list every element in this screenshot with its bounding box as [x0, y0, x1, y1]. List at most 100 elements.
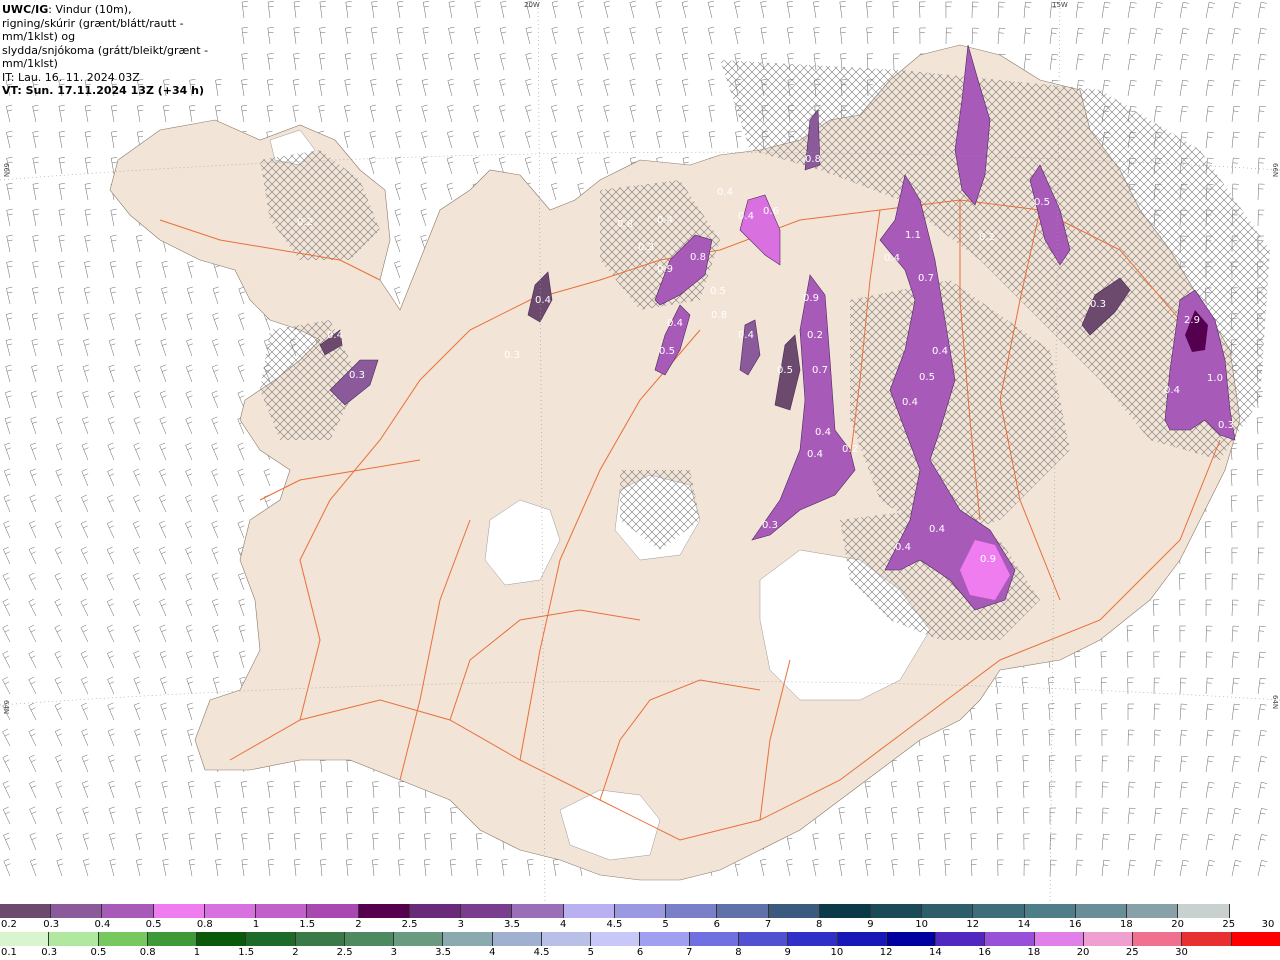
- legend-tick-label: 0.4: [94, 919, 111, 930]
- legend-color-swatch: [666, 904, 718, 918]
- precip-value-label: 0.4: [929, 524, 945, 535]
- legend-color-swatch: [512, 904, 564, 918]
- legend-snow-labels: 0.2 0.3 0.4 0.5 0.8 1 1.5 2 2.5 3 3.5 4 4.5 5 6 7 8 9 10 12…: [0, 919, 1280, 931]
- legend-tick-label: 2: [355, 919, 362, 930]
- legend-color-swatch: [443, 932, 493, 946]
- legend-color-swatch: [973, 904, 1025, 918]
- legend-color-swatch: [870, 904, 923, 918]
- legend-rain-colorbar: [0, 932, 1280, 946]
- precip-value-label: 0.9: [657, 264, 673, 275]
- legend-color-swatch: [51, 904, 103, 918]
- legend-color-swatch: [922, 904, 974, 918]
- precip-value-label: 0.4: [807, 449, 823, 460]
- legend-color-swatch: [640, 932, 690, 946]
- precip-value-label: 0.8: [805, 154, 821, 165]
- legend-tick-label: 4: [560, 919, 567, 930]
- legend-color-swatch: [98, 932, 148, 946]
- legend-color-swatch: [197, 932, 247, 946]
- legend-color-swatch: [591, 932, 641, 946]
- precip-value-label: 0.8: [711, 310, 727, 321]
- legend-tick-label: 1.5: [299, 919, 316, 930]
- legend-tick-label: 1: [193, 947, 201, 958]
- legend-color-swatch: [409, 904, 462, 918]
- legend-color-swatch: [689, 932, 739, 946]
- legend-tick-label: 5: [587, 947, 594, 958]
- legend-tick-label: 4.5: [533, 947, 550, 958]
- precip-value-label: 0.8: [617, 219, 633, 230]
- map-info-box: UWC/IG: Vindur (10m), rigning/skúrir (gr…: [0, 0, 240, 97]
- legend-color-swatch: [153, 904, 205, 918]
- legend-tick-label: 0.3: [43, 919, 60, 930]
- legend-tick-label: 8: [735, 947, 742, 958]
- info-valid-time: VT: Sun. 17.11.2024 13Z (+34 h): [2, 84, 205, 97]
- legend-tick-label: 20: [1171, 919, 1184, 930]
- legend-color-swatch: [819, 904, 871, 918]
- legend-color-swatch: [0, 904, 52, 918]
- precip-value-label: 0.5: [1034, 197, 1050, 208]
- precip-value-label: 0.6: [763, 206, 779, 217]
- legend-color-swatch: [204, 904, 257, 918]
- precip-value-label: 0.4: [895, 542, 911, 553]
- precip-value-label: 0.9: [803, 293, 819, 304]
- precip-value-label: 0.4: [738, 330, 754, 341]
- precip-value-label: 0.2: [807, 330, 823, 341]
- legend-color-swatch: [1024, 904, 1076, 918]
- legend-color-swatch: [102, 904, 154, 918]
- legend-tick-label: 1: [252, 919, 260, 930]
- legend-color-swatch: [1178, 904, 1230, 918]
- precip-value-label: 0.4: [815, 427, 831, 438]
- legend-color-swatch: [1034, 932, 1084, 946]
- legend-tick-label: 10: [915, 919, 928, 930]
- precip-value-label: 0.5: [777, 365, 793, 376]
- legend-tick-label: 18: [1120, 919, 1133, 930]
- precip-value-label: 0.5: [919, 372, 935, 383]
- legend-tick-label: 0.5: [145, 919, 162, 930]
- precip-value-label: 0.2: [842, 444, 858, 455]
- info-line-snow: slydda/snjókoma (grátt/bleikt/grænt - mm…: [2, 43, 209, 71]
- legend-tick-label: 9: [867, 919, 874, 930]
- precip-value-label: 0.9: [980, 554, 996, 565]
- legend-color-swatch: [768, 904, 820, 918]
- precip-value-label: 0.4: [327, 330, 343, 341]
- precip-value-label: 0.4: [902, 397, 918, 408]
- grid-label-20w: 20W: [524, 1, 540, 9]
- legend-tick-label: 0.8: [196, 919, 213, 930]
- legend-color-swatch: [147, 932, 198, 946]
- legend-color-swatch: [0, 932, 50, 946]
- legend-color-swatch: [886, 932, 937, 946]
- precip-value-label: 0.4: [884, 253, 900, 264]
- legend-color-swatch: [49, 932, 99, 946]
- precip-value-label: 2.9: [1184, 315, 1200, 326]
- legend-color-swatch: [1231, 932, 1280, 946]
- legend-color-swatch: [1075, 904, 1128, 918]
- legend-tick-label: 12: [966, 919, 980, 930]
- precip-value-label: 0.3: [762, 520, 778, 531]
- legend-tick-label: 3: [390, 947, 398, 958]
- legend-color-swatch: [541, 932, 592, 946]
- legend-color-swatch: [1133, 932, 1183, 946]
- legend-color-swatch: [563, 904, 615, 918]
- legend-tick-label: 18: [1027, 947, 1041, 958]
- legend-tick-label: 9: [784, 947, 791, 958]
- legend-color-swatch: [788, 932, 838, 946]
- legend-tick-label: 14: [1017, 919, 1031, 930]
- legend-color-swatch: [837, 932, 887, 946]
- precip-value-label: 1.1: [905, 230, 921, 241]
- precip-value-label: 0.3: [504, 350, 520, 361]
- legend-color-swatch: [358, 904, 410, 918]
- legend-tick-label: 2.5: [336, 947, 353, 958]
- legend-tick-label: 25: [1125, 947, 1139, 958]
- precip-value-label: 0.4: [657, 215, 673, 226]
- legend-color-swatch: [492, 932, 542, 946]
- legend-tick-label: 2.5: [401, 919, 418, 930]
- legend-color-swatch: [344, 932, 395, 946]
- precip-value-label: 1.0: [1207, 373, 1223, 384]
- legend-tick-label: 25: [1222, 919, 1236, 930]
- precip-value-label: 0.3: [349, 370, 365, 381]
- precip-value-label: 0.7: [812, 365, 828, 376]
- legend-tick-label: 4.5: [606, 919, 623, 930]
- legend-color-swatch: [1127, 904, 1179, 918]
- precip-value-label: 0.4: [932, 346, 948, 357]
- precip-value-label: 0.4: [717, 187, 733, 198]
- legend-color-swatch: [1229, 904, 1280, 918]
